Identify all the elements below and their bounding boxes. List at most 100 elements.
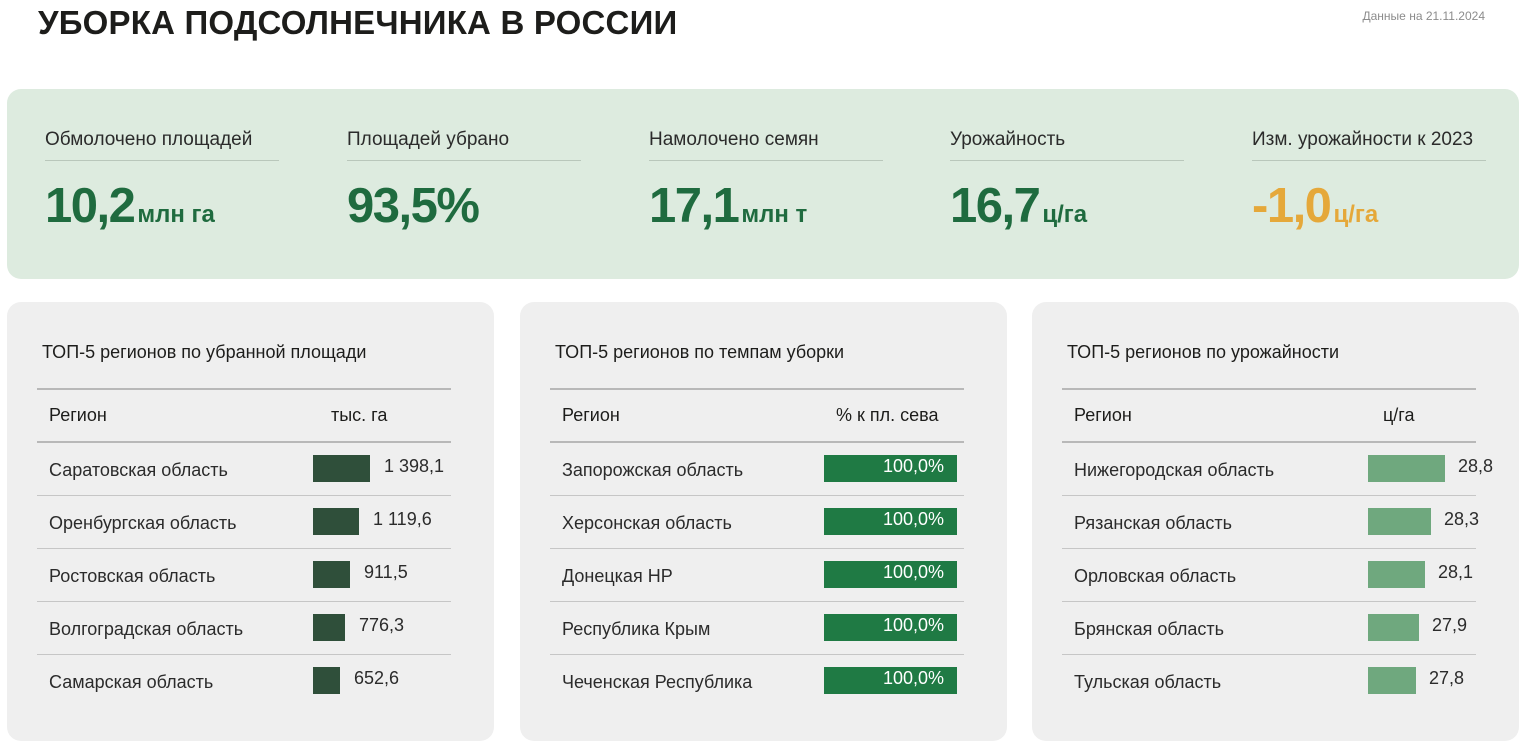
kpi-number: 93,5%: [347, 179, 480, 233]
region-table: Регион ц/га Нижегородская область 28,8 Ряз…: [1062, 388, 1493, 708]
column-header-unit: % к пл. сева: [836, 405, 939, 425]
region-name: Ростовская область: [49, 566, 216, 586]
kpi-value: 93,5%: [347, 178, 581, 234]
area-bar: [313, 614, 345, 641]
yield-bar: [1368, 508, 1431, 535]
region-name: Брянская область: [1074, 619, 1224, 639]
region-name: Орловская область: [1074, 566, 1237, 586]
kpi-number: 10,2: [45, 179, 136, 233]
bar-value-label: 28,1: [1438, 562, 1474, 582]
region-name: Самарская область: [49, 672, 214, 692]
area-bar: [313, 455, 370, 482]
bar-value-label: 1 119,6: [373, 509, 432, 529]
panel-title: ТОП-5 регионов по урожайности: [1067, 342, 1340, 362]
kpi-number: -1,0: [1252, 179, 1332, 233]
table-row: Орловская область 28,1: [1062, 549, 1476, 602]
kpi-label: Намолочено семян: [649, 129, 883, 161]
table-row: Нижегородская область 28,8: [1062, 443, 1493, 496]
table-row: Донецкая НР 100,0%: [550, 549, 964, 602]
panel-top-area: ТОП-5 регионов по убранной площади Регио…: [7, 302, 494, 741]
pace-bar: 100,0%: [824, 667, 957, 694]
region-name: Чеченская Республика: [562, 672, 753, 692]
kpi-yield: Урожайность 16,7 ц/га: [950, 129, 1184, 234]
bar-value-label: 911,5: [364, 562, 408, 582]
kpi-label: Урожайность: [950, 129, 1184, 161]
region-name: Донецкая НР: [562, 566, 673, 586]
kpi-value: 17,1 млн т: [649, 178, 883, 234]
panel-top-pace: ТОП-5 регионов по темпам уборки Регион %…: [520, 302, 1007, 741]
bar-value-label: 100,0%: [882, 456, 944, 476]
kpi-number: 17,1: [649, 179, 740, 233]
kpi-unit: млн т: [741, 201, 808, 228]
column-header-region: Регион: [49, 405, 107, 425]
table-row: Рязанская область 28,3: [1062, 496, 1480, 549]
table-row: Волгоградская область 776,3: [37, 602, 451, 655]
area-bar: [313, 561, 350, 588]
area-bar: [313, 508, 359, 535]
table-row: Брянская область 27,9: [1062, 602, 1476, 655]
column-header-unit: ц/га: [1383, 405, 1415, 425]
yield-bar: [1368, 455, 1445, 482]
data-date: Данные на 21.11.2024: [1362, 9, 1486, 23]
table-row: Чеченская Республика 100,0%: [550, 655, 964, 708]
region-name: Оренбургская область: [49, 513, 237, 533]
table-row: Ростовская область 911,5: [37, 549, 451, 602]
bar-value-label: 28,3: [1444, 509, 1480, 529]
pace-bar: 100,0%: [824, 455, 957, 482]
table-row: Тульская область 27,8: [1062, 655, 1476, 708]
pace-bar: 100,0%: [824, 561, 957, 588]
table-row: Республика Крым 100,0%: [550, 602, 964, 655]
column-header-region: Регион: [1074, 405, 1132, 425]
kpi-value: -1,0 ц/га: [1252, 178, 1486, 234]
kpi-label: Площадей убрано: [347, 129, 581, 161]
panel-title: ТОП-5 регионов по темпам уборки: [555, 342, 845, 362]
bar-value-label: 100,0%: [882, 562, 944, 582]
kpi-harvested-share: Площадей убрано 93,5%: [347, 129, 581, 234]
region-name: Рязанская область: [1074, 513, 1233, 533]
column-header-unit: тыс. га: [331, 405, 388, 425]
table-row: Оренбургская область 1 119,6: [37, 496, 451, 549]
kpi-value: 16,7 ц/га: [950, 178, 1184, 234]
kpi-yield-change: Изм. урожайности к 2023 -1,0 ц/га: [1252, 129, 1486, 234]
panel-title: ТОП-5 регионов по убранной площади: [42, 342, 367, 362]
kpi-label: Изм. урожайности к 2023: [1252, 129, 1486, 161]
kpi-banner: Обмолочено площадей 10,2 млн га Площадей …: [7, 89, 1519, 279]
region-name: Республика Крым: [562, 619, 711, 639]
region-table: Регион тыс. га Саратовская область 1 398,…: [37, 388, 451, 708]
table-row: Самарская область 652,6: [37, 655, 451, 708]
column-header-region: Регион: [562, 405, 620, 425]
kpi-threshed-area: Обмолочено площадей 10,2 млн га: [45, 129, 279, 234]
kpi-unit: ц/га: [1333, 201, 1379, 228]
kpi-number: 16,7: [950, 179, 1041, 233]
table-header: Регион ц/га: [1062, 390, 1476, 443]
kpi-label: Обмолочено площадей: [45, 129, 279, 161]
kpi-value: 10,2 млн га: [45, 178, 279, 234]
bar-value-label: 27,8: [1429, 668, 1465, 688]
table-row: Херсонская область 100,0%: [550, 496, 964, 549]
region-name: Саратовская область: [49, 460, 228, 480]
table-row: Саратовская область 1 398,1: [37, 443, 451, 496]
kpi-seed-volume: Намолочено семян 17,1 млн т: [649, 129, 883, 234]
region-name: Херсонская область: [562, 513, 732, 533]
region-name: Запорожская область: [562, 460, 744, 480]
area-bar: [313, 667, 340, 694]
panel-top-yield: ТОП-5 регионов по урожайности Регион ц/г…: [1032, 302, 1519, 741]
table-row: Запорожская область 100,0%: [550, 443, 964, 496]
region-name: Тульская область: [1074, 672, 1222, 692]
bar-value-label: 776,3: [359, 615, 405, 635]
region-name: Волгоградская область: [49, 619, 244, 639]
bar-value-label: 100,0%: [882, 615, 944, 635]
bar-value-label: 1 398,1: [384, 456, 445, 476]
bar-value-label: 100,0%: [882, 668, 944, 688]
pace-bar: 100,0%: [824, 614, 957, 641]
region-name: Нижегородская область: [1074, 460, 1275, 480]
table-header: Регион % к пл. сева: [550, 390, 964, 443]
yield-bar: [1368, 667, 1416, 694]
yield-bar: [1368, 561, 1425, 588]
kpi-unit: ц/га: [1042, 201, 1088, 228]
kpi-unit: млн га: [137, 201, 215, 228]
pace-bar: 100,0%: [824, 508, 957, 535]
table-header: Регион тыс. га: [37, 390, 451, 443]
region-table: Регион % к пл. сева Запорожская область 1…: [550, 388, 964, 708]
yield-bar: [1368, 614, 1419, 641]
